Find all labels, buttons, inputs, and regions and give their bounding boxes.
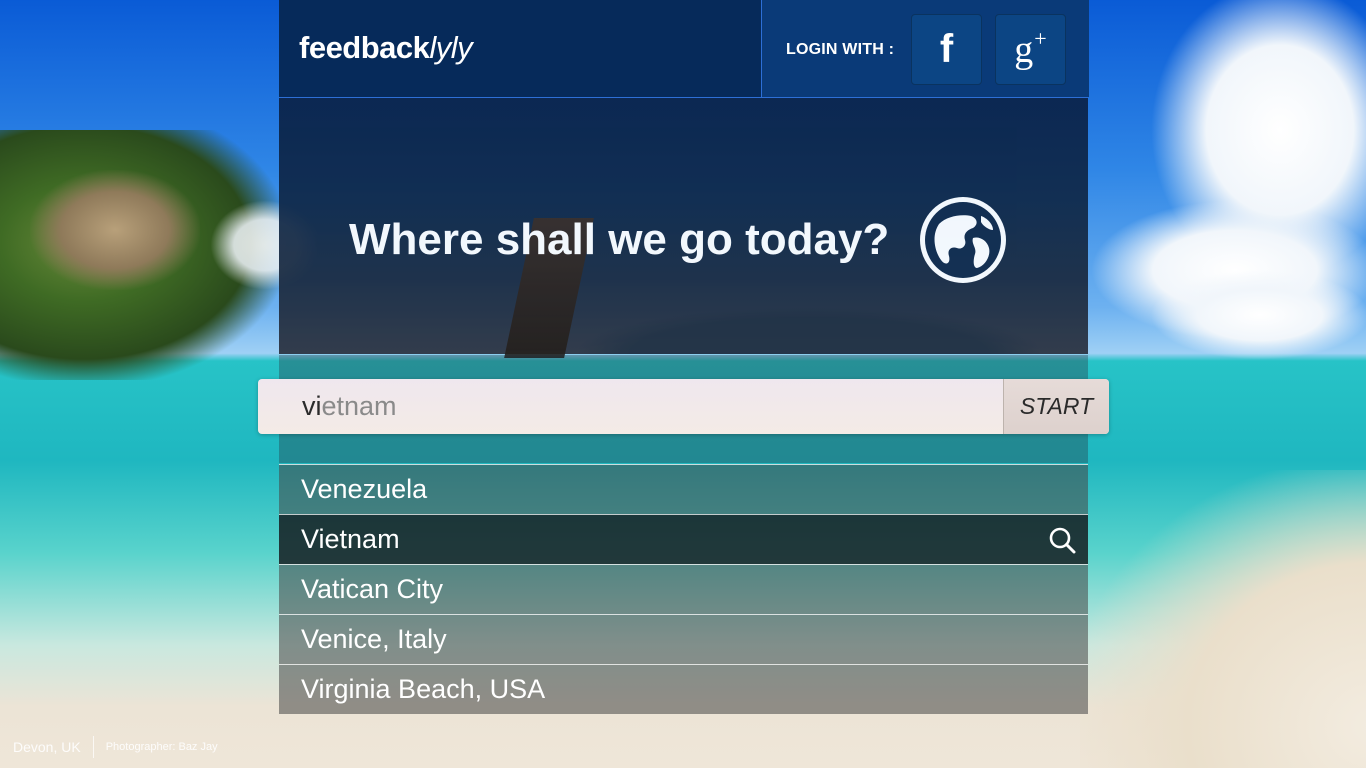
login-label: LOGIN WITH : bbox=[786, 41, 895, 58]
google-plus-plus: + bbox=[1034, 25, 1047, 51]
google-plus-login-button[interactable]: g+ bbox=[995, 14, 1066, 85]
facebook-icon: f bbox=[939, 27, 954, 71]
login-area: LOGIN WITH : f g+ bbox=[761, 0, 1089, 97]
background-sand bbox=[1080, 470, 1366, 768]
google-plus-g: g bbox=[1014, 28, 1034, 71]
suggestion-label: Virginia Beach, USA bbox=[301, 674, 546, 704]
top-bar: feedbacklyly LOGIN WITH : f g+ bbox=[279, 0, 1089, 98]
suggestion-label: Venice, Italy bbox=[301, 624, 447, 654]
search-icon[interactable] bbox=[1048, 526, 1076, 554]
background-rock bbox=[30, 170, 200, 290]
hero-headline: Where shall we go today? bbox=[349, 215, 890, 264]
facebook-login-button[interactable]: f bbox=[911, 14, 982, 85]
suggestion-label: Vietnam bbox=[301, 524, 400, 554]
suggestion-item[interactable]: Venezuela bbox=[279, 464, 1088, 514]
suggestion-item-active[interactable]: Vietnam bbox=[279, 514, 1088, 564]
start-button[interactable]: START bbox=[1003, 379, 1109, 434]
hero-banner: Where shall we go today? bbox=[279, 98, 1088, 358]
globe-icon bbox=[920, 197, 1006, 283]
background-cloud bbox=[1150, 270, 1366, 360]
credit-divider bbox=[92, 736, 94, 758]
google-plus-icon: g+ bbox=[1014, 25, 1047, 72]
photographer-credit: Photographer: Baz Jay bbox=[105, 741, 218, 753]
photo-credit: Devon, UK Photographer: Baz Jay bbox=[13, 736, 218, 758]
photo-location: Devon, UK bbox=[13, 739, 81, 755]
suggestion-item[interactable]: Vatican City bbox=[279, 564, 1088, 614]
suggestion-label: Venezuela bbox=[301, 474, 428, 504]
suggestion-item[interactable]: Virginia Beach, USA bbox=[279, 664, 1088, 714]
suggestion-item[interactable]: Venice, Italy bbox=[279, 614, 1088, 664]
logo-thin: lyly bbox=[429, 30, 473, 65]
suggestion-label: Vatican City bbox=[301, 574, 444, 604]
search-input[interactable] bbox=[258, 379, 1002, 434]
search-bar: vietnam START bbox=[258, 379, 1109, 434]
suggestion-list: Venezuela Vietnam Vatican City Venice, I… bbox=[279, 464, 1088, 714]
logo[interactable]: feedbacklyly bbox=[299, 30, 473, 66]
hero-mountains bbox=[579, 308, 1039, 354]
logo-bold: feedback bbox=[299, 30, 430, 65]
main-panel: feedbacklyly LOGIN WITH : f g+ Where sha… bbox=[279, 0, 1089, 719]
